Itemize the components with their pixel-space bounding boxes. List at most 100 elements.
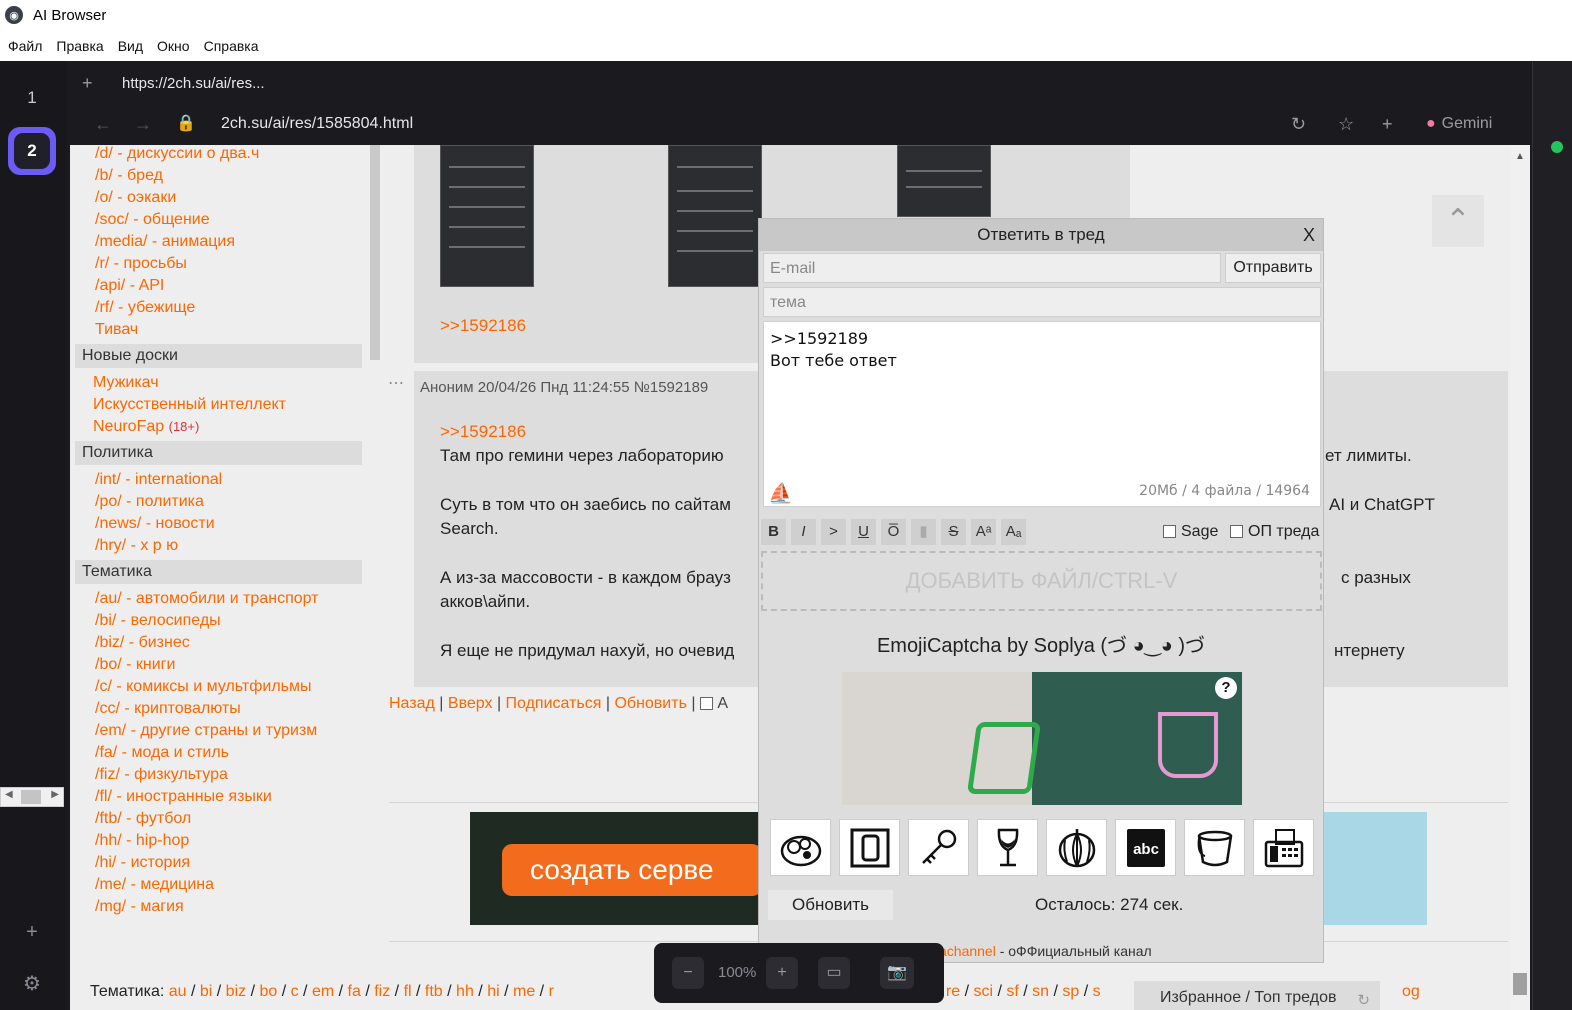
board-link[interactable]: /r/ - просьбы xyxy=(70,253,370,275)
ad-banner[interactable]: создать серве xyxy=(470,812,770,925)
board-link[interactable]: /news/ - новости xyxy=(70,513,370,535)
footer-board-link[interactable]: biz xyxy=(226,983,246,1000)
page-scrollbar-thumb[interactable] xyxy=(1513,973,1527,995)
board-link[interactable]: /hh/ - hip-hop xyxy=(70,830,370,852)
workspace-1[interactable]: 1 xyxy=(8,74,56,122)
footer-board-link[interactable]: sn xyxy=(1032,983,1049,1000)
post-number[interactable]: №1592189 xyxy=(634,379,709,396)
reload-icon[interactable]: ↻ xyxy=(1291,114,1306,135)
board-link[interactable]: /hry/ - х р ю xyxy=(70,535,370,557)
footer-board-link[interactable]: hi xyxy=(487,983,499,1000)
board-link[interactable]: /po/ - политика xyxy=(70,491,370,513)
sage-checkbox[interactable]: Sage xyxy=(1163,523,1218,541)
subject-field[interactable]: тема xyxy=(763,287,1321,317)
post-menu-icon[interactable]: ⋯ xyxy=(388,373,404,393)
board-link[interactable]: /bo/ - книги xyxy=(70,654,370,676)
wine-glass-icon[interactable] xyxy=(977,819,1038,876)
favorites-tab[interactable]: Избранное / Топ тредов ↻ xyxy=(1134,981,1380,1010)
board-link[interactable]: /bi/ - велосипеды xyxy=(70,610,370,632)
url-field[interactable]: 2ch.su/ai/res/1585804.html xyxy=(221,115,413,133)
digit-zero-icon[interactable] xyxy=(839,819,900,876)
underline-button[interactable]: U xyxy=(851,519,876,545)
footer-board-link[interactable]: r xyxy=(549,983,554,1000)
footer-board-link[interactable]: sci xyxy=(973,983,993,1000)
post-thumbnail[interactable] xyxy=(440,145,534,287)
sidebar-hscrollbar[interactable]: ◀ ▶ xyxy=(0,787,64,807)
new-tab-icon[interactable]: + xyxy=(82,73,93,94)
bookmark-star-icon[interactable]: ☆ xyxy=(1338,114,1354,135)
forward-arrow-icon[interactable]: → xyxy=(134,114,152,135)
captcha-refresh-button[interactable]: Обновить xyxy=(768,890,893,920)
board-link[interactable]: /c/ - комиксы и мультфильмы xyxy=(70,676,370,698)
footer-board-link[interactable]: fa xyxy=(348,983,361,1000)
captcha-help-icon[interactable]: ? xyxy=(1215,677,1237,699)
subscript-button[interactable]: Aₐ xyxy=(1001,519,1026,545)
abc-icon[interactable]: abc xyxy=(1115,819,1176,876)
board-link[interactable]: /b/ - бред xyxy=(70,165,370,187)
op-checkbox-box[interactable] xyxy=(1230,525,1243,539)
board-link[interactable]: Мужикач xyxy=(70,372,370,394)
board-link[interactable]: /api/ - API xyxy=(70,275,370,297)
menu-window[interactable]: Окно xyxy=(157,38,190,54)
board-link[interactable]: Тивач xyxy=(70,319,370,341)
sage-checkbox-box[interactable] xyxy=(1163,525,1176,539)
sail-icon[interactable]: ⛵ xyxy=(768,482,793,504)
gemini-button[interactable]: ● Gemini xyxy=(1426,115,1492,133)
footer-board-link[interactable]: c xyxy=(291,983,299,1000)
sidebar-scrollbar[interactable] xyxy=(370,145,380,360)
add-workspace-icon[interactable]: + xyxy=(20,920,44,944)
camera-icon[interactable]: 📷 xyxy=(880,957,914,989)
menu-file[interactable]: Файл xyxy=(8,38,42,54)
add-file-dropzone[interactable]: ДОБАВИТЬ ФАЙЛ/CTRL-V xyxy=(761,551,1322,611)
settings-gear-icon[interactable]: ⚙ xyxy=(20,972,44,996)
fit-screen-icon[interactable]: ▭ xyxy=(818,957,850,989)
scroll-up-chevron-icon[interactable]: ⌃ xyxy=(1432,195,1484,247)
strike-button[interactable]: S xyxy=(941,519,966,545)
board-link[interactable]: Искусственный интеллект xyxy=(70,394,370,416)
board-link[interactable]: /ftb/ - футбол xyxy=(70,808,370,830)
add-icon[interactable]: + xyxy=(1382,114,1393,135)
bucket-icon[interactable] xyxy=(1184,819,1245,876)
footer-board-link[interactable]: sp xyxy=(1062,983,1079,1000)
board-link[interactable]: /me/ - медицина xyxy=(70,874,370,896)
footer-board-link[interactable]: sf xyxy=(1006,983,1018,1000)
bold-button[interactable]: B xyxy=(761,519,786,545)
board-link[interactable]: /o/ - оэкаки xyxy=(70,187,370,209)
zoom-in-button[interactable]: + xyxy=(766,957,798,989)
close-button[interactable]: X xyxy=(1303,219,1315,251)
board-link[interactable]: /fa/ - мода и стиль xyxy=(70,742,370,764)
reply-form-header[interactable]: Ответить в тред X xyxy=(759,219,1323,251)
post-thumbnail[interactable] xyxy=(897,145,991,217)
send-button[interactable]: Отправить xyxy=(1225,253,1321,283)
board-link[interactable]: /soc/ - общение xyxy=(70,209,370,231)
footer-board-link[interactable]: em xyxy=(312,983,334,1000)
refresh-spinner-icon[interactable]: ↻ xyxy=(1357,991,1370,1009)
board-link[interactable]: /fiz/ - физкультура xyxy=(70,764,370,786)
board-link[interactable]: /int/ - international xyxy=(70,469,370,491)
post-thumbnail[interactable] xyxy=(668,145,762,287)
channel-link[interactable]: achannel xyxy=(939,943,996,959)
board-link[interactable]: /cc/ - криптовалюты xyxy=(70,698,370,720)
footer-board-link[interactable]: bi xyxy=(200,983,212,1000)
board-link[interactable]: /hi/ - история xyxy=(70,852,370,874)
message-textarea[interactable]: >>1592189 Вот тебе ответ ⛵ 20Мб / 4 файл… xyxy=(763,321,1321,507)
board-link[interactable]: /au/ - автомобили и транспорт xyxy=(70,588,370,610)
email-field[interactable]: E-mail xyxy=(763,253,1221,283)
footer-board-link[interactable]: me xyxy=(513,983,535,1000)
menu-edit[interactable]: Правка xyxy=(56,38,103,54)
workspace-2[interactable]: 2 xyxy=(8,127,56,175)
melon-icon[interactable] xyxy=(1046,819,1107,876)
menu-help[interactable]: Справка xyxy=(204,38,259,54)
footer-board-link[interactable]: bo xyxy=(259,983,277,1000)
post-reflink[interactable]: >>1592186 xyxy=(440,422,526,442)
footer-board-link[interactable]: au xyxy=(169,983,187,1000)
board-link[interactable]: /fl/ - иностранные языки xyxy=(70,786,370,808)
board-link[interactable]: /em/ - другие страны и туризм xyxy=(70,720,370,742)
nav-subscribe-link[interactable]: Подписаться xyxy=(506,695,602,712)
board-link[interactable]: /biz/ - бизнес xyxy=(70,632,370,654)
page-scrollbar[interactable]: ▲ xyxy=(1510,145,1530,1010)
board-link-neurofap[interactable]: NeuroFap (18+) xyxy=(70,416,370,438)
ad-banner-right[interactable] xyxy=(1320,812,1427,925)
ad-banner-button[interactable]: создать серве xyxy=(502,844,762,896)
footer-board-link[interactable]: re xyxy=(946,983,960,1000)
